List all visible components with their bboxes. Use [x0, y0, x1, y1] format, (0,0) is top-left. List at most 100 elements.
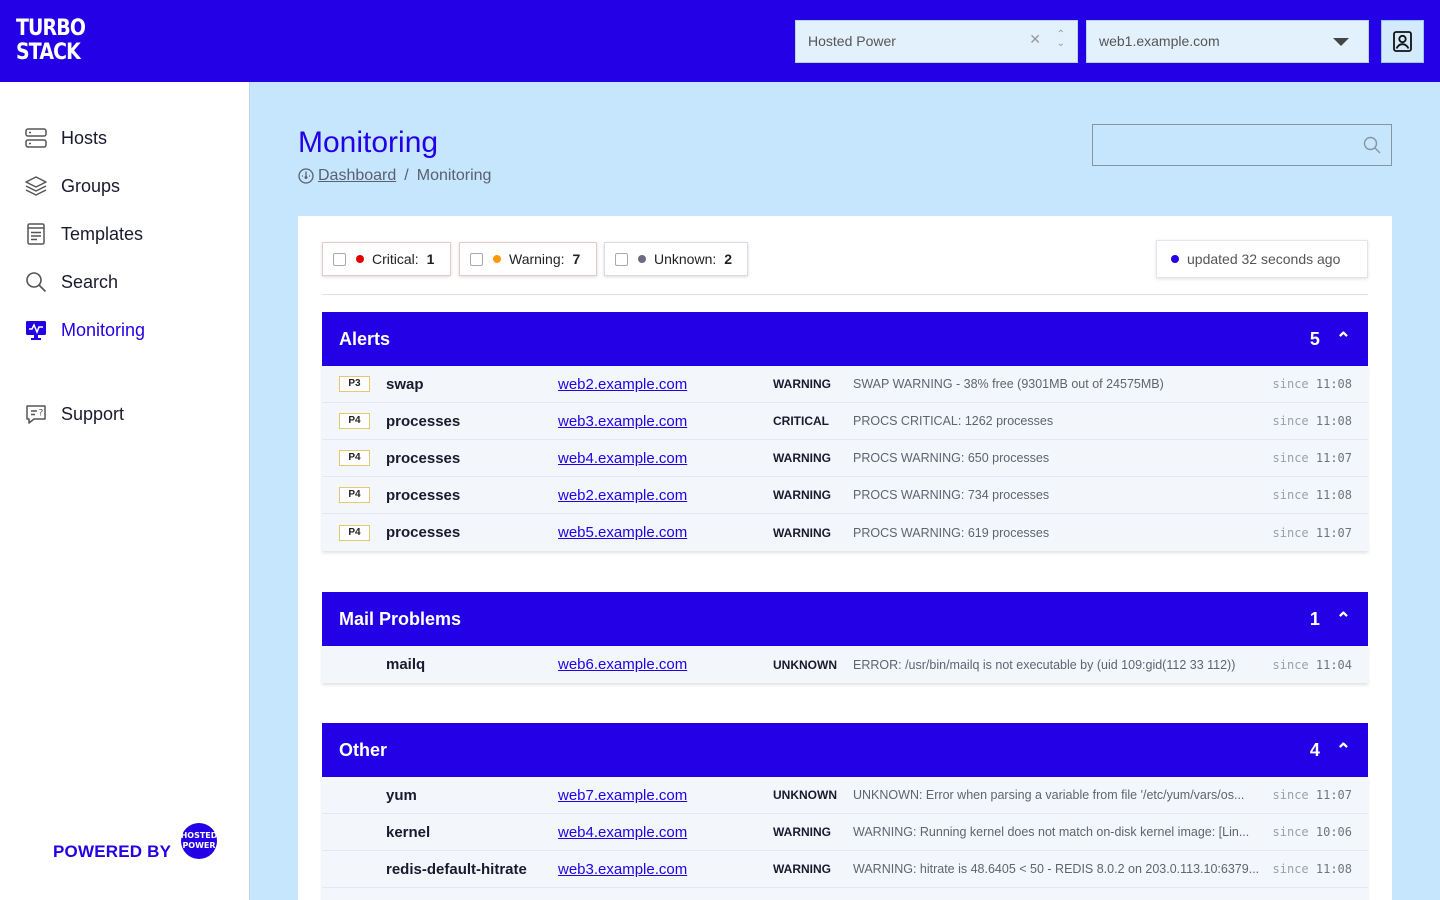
host-link[interactable]: web4.example.com	[558, 450, 687, 467]
host-link[interactable]: web4.example.com	[558, 824, 687, 841]
host-link[interactable]: web6.example.com	[558, 656, 687, 673]
group-count: 1	[1309, 608, 1320, 629]
since-label: since	[1272, 377, 1309, 391]
layers-icon	[25, 176, 47, 196]
page-title: Monitoring	[298, 126, 439, 159]
alert-message: WARNING: hitrate is 48.6405 < 50 - REDIS…	[853, 862, 1260, 876]
hosted-power-logo[interactable]: HOSTED POWER	[180, 822, 218, 860]
clear-icon[interactable]: ✕	[1029, 31, 1041, 48]
sidebar-item-label: Search	[61, 271, 119, 292]
sidebar-item-search[interactable]: Search	[25, 270, 118, 294]
filter-warning[interactable]: Warning: 7	[459, 242, 597, 276]
since-timestamp: since 11:08	[1273, 488, 1352, 502]
since-label: since	[1272, 488, 1309, 502]
sidebar-item-label: Templates	[61, 223, 144, 244]
since-timestamp: since 11:08	[1273, 377, 1352, 391]
alert-message: PROCS WARNING: 734 processes	[853, 488, 1050, 502]
host-link[interactable]: web3.example.com	[558, 413, 687, 430]
filter-count: 1	[426, 251, 435, 267]
state-label: WARNING	[773, 525, 831, 540]
since-time: 11:08	[1315, 377, 1352, 391]
since-time: 10:06	[1315, 825, 1352, 839]
group-header[interactable]: Mail Problems 1 ⌃	[322, 592, 1368, 646]
alert-row: mailq web6.example.com UNKNOWN ERROR: /u…	[322, 646, 1368, 683]
state-label: WARNING	[773, 451, 831, 465]
host-link[interactable]: web3.example.com	[558, 861, 687, 878]
filter-critical[interactable]: Critical: 1	[322, 242, 451, 276]
dashboard-icon	[298, 168, 314, 184]
sidebar-item-hosts[interactable]: Hosts	[25, 126, 107, 150]
update-status-text: updated 32 seconds ago	[1187, 251, 1341, 267]
powered-by-label: POWERED BY	[53, 842, 172, 861]
since-time: 11:08	[1315, 488, 1352, 502]
group-count: 5	[1309, 328, 1320, 349]
host-link[interactable]: web5.example.com	[558, 524, 687, 541]
critical-checkbox[interactable]	[333, 252, 346, 266]
warning-checkbox[interactable]	[470, 252, 483, 266]
group-header[interactable]: Alerts 5 ⌃	[322, 312, 1368, 366]
search-icon[interactable]	[1363, 136, 1381, 154]
unknown-checkbox[interactable]	[615, 252, 628, 266]
group-header[interactable]: Other 4 ⌃	[322, 723, 1368, 777]
alert-message: SWAP WARNING - 38% free (9301MB out of 2…	[853, 377, 1164, 391]
sidebar-item-support[interactable]: ? Support	[25, 402, 124, 426]
sidebar-item-label: Monitoring	[61, 319, 146, 340]
group-other: Other 4 ⌃ yum web7.example.com UNKNOWN U…	[322, 723, 1368, 900]
alert-row: redis-default-hitrate web3.example.com W…	[322, 851, 1368, 888]
since-label: since	[1272, 788, 1309, 802]
sidebar-item-label: Support	[61, 403, 125, 424]
since-label: since	[1272, 825, 1309, 839]
since-label: since	[1272, 657, 1309, 672]
group-body: yum web7.example.com UNKNOWN UNKNOWN: Er…	[322, 777, 1368, 900]
state-label: UNKNOWN	[773, 788, 837, 802]
sidebar-item-templates[interactable]: Templates	[25, 222, 143, 246]
alert-message: PROCS CRITICAL: 1262 processes	[853, 414, 1054, 428]
since-time: 11:07	[1315, 451, 1352, 465]
logo-line-2: STACK	[16, 40, 81, 65]
chevron-up-icon[interactable]: ⌃	[1336, 329, 1351, 350]
alert-message: ERROR: /usr/bin/mailq is not executable …	[853, 657, 1236, 672]
host-link[interactable]: web7.example.com	[558, 787, 687, 804]
filter-unknown[interactable]: Unknown: 2	[604, 242, 748, 276]
since-label: since	[1272, 451, 1309, 465]
chevron-up-icon[interactable]: ⌃	[1336, 740, 1351, 761]
search-input[interactable]	[1092, 124, 1392, 166]
update-status: updated 32 seconds ago	[1156, 240, 1368, 278]
host-select[interactable]: web1.example.com	[1086, 20, 1369, 63]
organization-select-value: Hosted Power	[808, 33, 896, 49]
since-label: since	[1272, 862, 1309, 876]
alert-row: kernel web4.example.com WARNING WARNING:…	[322, 814, 1368, 851]
filter-label: Critical:	[372, 251, 419, 267]
turbostack-logo[interactable]: TURBO STACK	[16, 17, 86, 67]
since-timestamp: since 11:08	[1273, 862, 1352, 876]
sidebar-item-monitoring[interactable]: Monitoring	[25, 318, 145, 342]
sidebar-item-groups[interactable]: Groups	[25, 174, 120, 198]
alert-row: P3 swap web2.example.com WARNING SWAP WA…	[322, 366, 1368, 403]
critical-dot	[356, 255, 364, 263]
monitoring-card: Critical: 1 Warning: 7 Unknown: 2 update…	[298, 216, 1392, 900]
host-link[interactable]: web2.example.com	[558, 487, 687, 504]
user-profile-button[interactable]	[1381, 20, 1424, 63]
since-label: since	[1272, 525, 1309, 540]
svg-text:POWER: POWER	[182, 841, 215, 850]
service-name: mailq	[386, 656, 426, 673]
chevron-down-icon	[1333, 38, 1349, 46]
svg-text:?: ?	[39, 409, 44, 419]
host-link[interactable]: web2.example.com	[558, 376, 687, 393]
filter-count: 7	[572, 251, 581, 267]
alert-row	[322, 888, 1368, 900]
state-label: WARNING	[773, 862, 831, 876]
priority-badge: P4	[339, 524, 370, 541]
state-label: WARNING	[773, 377, 831, 391]
service-name: processes	[386, 412, 461, 430]
priority-badge: P4	[339, 413, 370, 429]
status-dot	[1171, 255, 1179, 263]
chevron-up-icon[interactable]: ⌃	[1336, 609, 1351, 630]
organization-select[interactable]: Hosted Power ✕ ⌃ ⌄	[795, 20, 1078, 63]
since-time: 11:07	[1315, 788, 1352, 802]
alert-row: P4 processes web4.example.com WARNING PR…	[322, 440, 1368, 477]
breadcrumb-dashboard-link[interactable]: Dashboard	[318, 167, 396, 185]
group-body: P3 swap web2.example.com WARNING SWAP WA…	[322, 366, 1368, 551]
alert-message: PROCS WARNING: 619 processes	[853, 525, 1050, 540]
search-icon	[26, 272, 47, 293]
